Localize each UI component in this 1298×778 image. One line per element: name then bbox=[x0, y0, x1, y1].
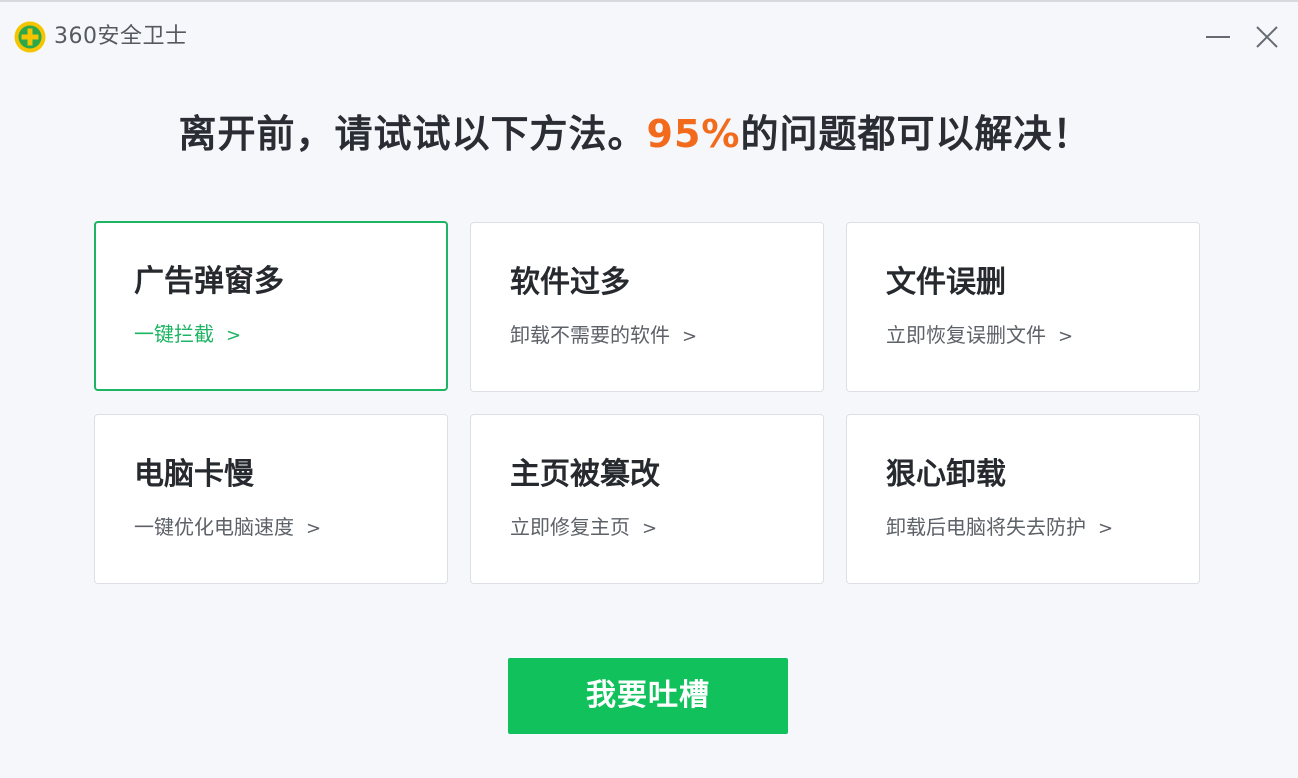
card-homepage-hijacked[interactable]: 主页被篡改 立即修复主页 > bbox=[470, 414, 824, 584]
close-button[interactable] bbox=[1252, 22, 1282, 52]
card-title: 软件过多 bbox=[510, 265, 630, 300]
card-action-link[interactable]: 一键拦截 > bbox=[134, 320, 241, 350]
close-icon bbox=[1256, 26, 1278, 48]
chevron-right-icon: > bbox=[1098, 518, 1114, 539]
card-action-label: 一键拦截 bbox=[134, 322, 214, 346]
card-deleted-files[interactable]: 文件误删 立即恢复误删文件 > bbox=[846, 222, 1200, 392]
page-headline: 离开前，请试试以下方法。95%的问题都可以解决！ bbox=[0, 106, 1270, 162]
chevron-right-icon: > bbox=[226, 325, 242, 346]
card-action-link[interactable]: 卸载不需要的软件 > bbox=[510, 321, 697, 351]
card-slow-pc[interactable]: 电脑卡慢 一键优化电脑速度 > bbox=[94, 414, 448, 584]
card-too-many-software[interactable]: 软件过多 卸载不需要的软件 > bbox=[470, 222, 824, 392]
title-bar[interactable]: 360安全卫士 bbox=[0, 2, 1298, 72]
card-action-link[interactable]: 卸载后电脑将失去防护 > bbox=[886, 513, 1113, 543]
headline-suffix: 的问题都可以解决！ bbox=[740, 112, 1092, 156]
card-title: 文件误删 bbox=[886, 265, 1006, 300]
chevron-right-icon: > bbox=[306, 518, 322, 539]
card-title: 广告弹窗多 bbox=[134, 264, 284, 299]
card-action-label: 立即恢复误删文件 bbox=[886, 323, 1046, 347]
360-logo-icon bbox=[14, 21, 46, 53]
card-action-link[interactable]: 一键优化电脑速度 > bbox=[134, 513, 321, 543]
card-action-label: 卸载不需要的软件 bbox=[510, 323, 670, 347]
card-ad-popups[interactable]: 广告弹窗多 一键拦截 > bbox=[94, 221, 448, 391]
minimize-icon bbox=[1206, 36, 1230, 38]
card-title: 狠心卸载 bbox=[886, 457, 1006, 492]
minimize-button[interactable] bbox=[1203, 22, 1233, 52]
headline-percentage: 95% bbox=[646, 112, 741, 156]
card-action-label: 卸载后电脑将失去防护 bbox=[886, 515, 1086, 539]
chevron-right-icon: > bbox=[642, 518, 658, 539]
card-title: 电脑卡慢 bbox=[134, 457, 254, 492]
window-title: 360安全卫士 bbox=[54, 24, 188, 49]
chevron-right-icon: > bbox=[1058, 326, 1074, 347]
card-action-label: 一键优化电脑速度 bbox=[134, 515, 294, 539]
chevron-right-icon: > bbox=[682, 326, 698, 347]
headline-prefix: 离开前，请试试以下方法。 bbox=[178, 112, 647, 156]
card-action-label: 立即修复主页 bbox=[510, 515, 630, 539]
app-window: 360安全卫士 离开前，请试试以下方法。95%的问题都可以解决！ 广告弹窗多 一… bbox=[0, 0, 1298, 778]
card-action-link[interactable]: 立即恢复误删文件 > bbox=[886, 321, 1073, 351]
card-title: 主页被篡改 bbox=[510, 457, 660, 492]
card-action-link[interactable]: 立即修复主页 > bbox=[510, 513, 657, 543]
feedback-button[interactable]: 我要吐槽 bbox=[508, 658, 788, 734]
card-uninstall-anyway[interactable]: 狠心卸载 卸载后电脑将失去防护 > bbox=[846, 414, 1200, 584]
